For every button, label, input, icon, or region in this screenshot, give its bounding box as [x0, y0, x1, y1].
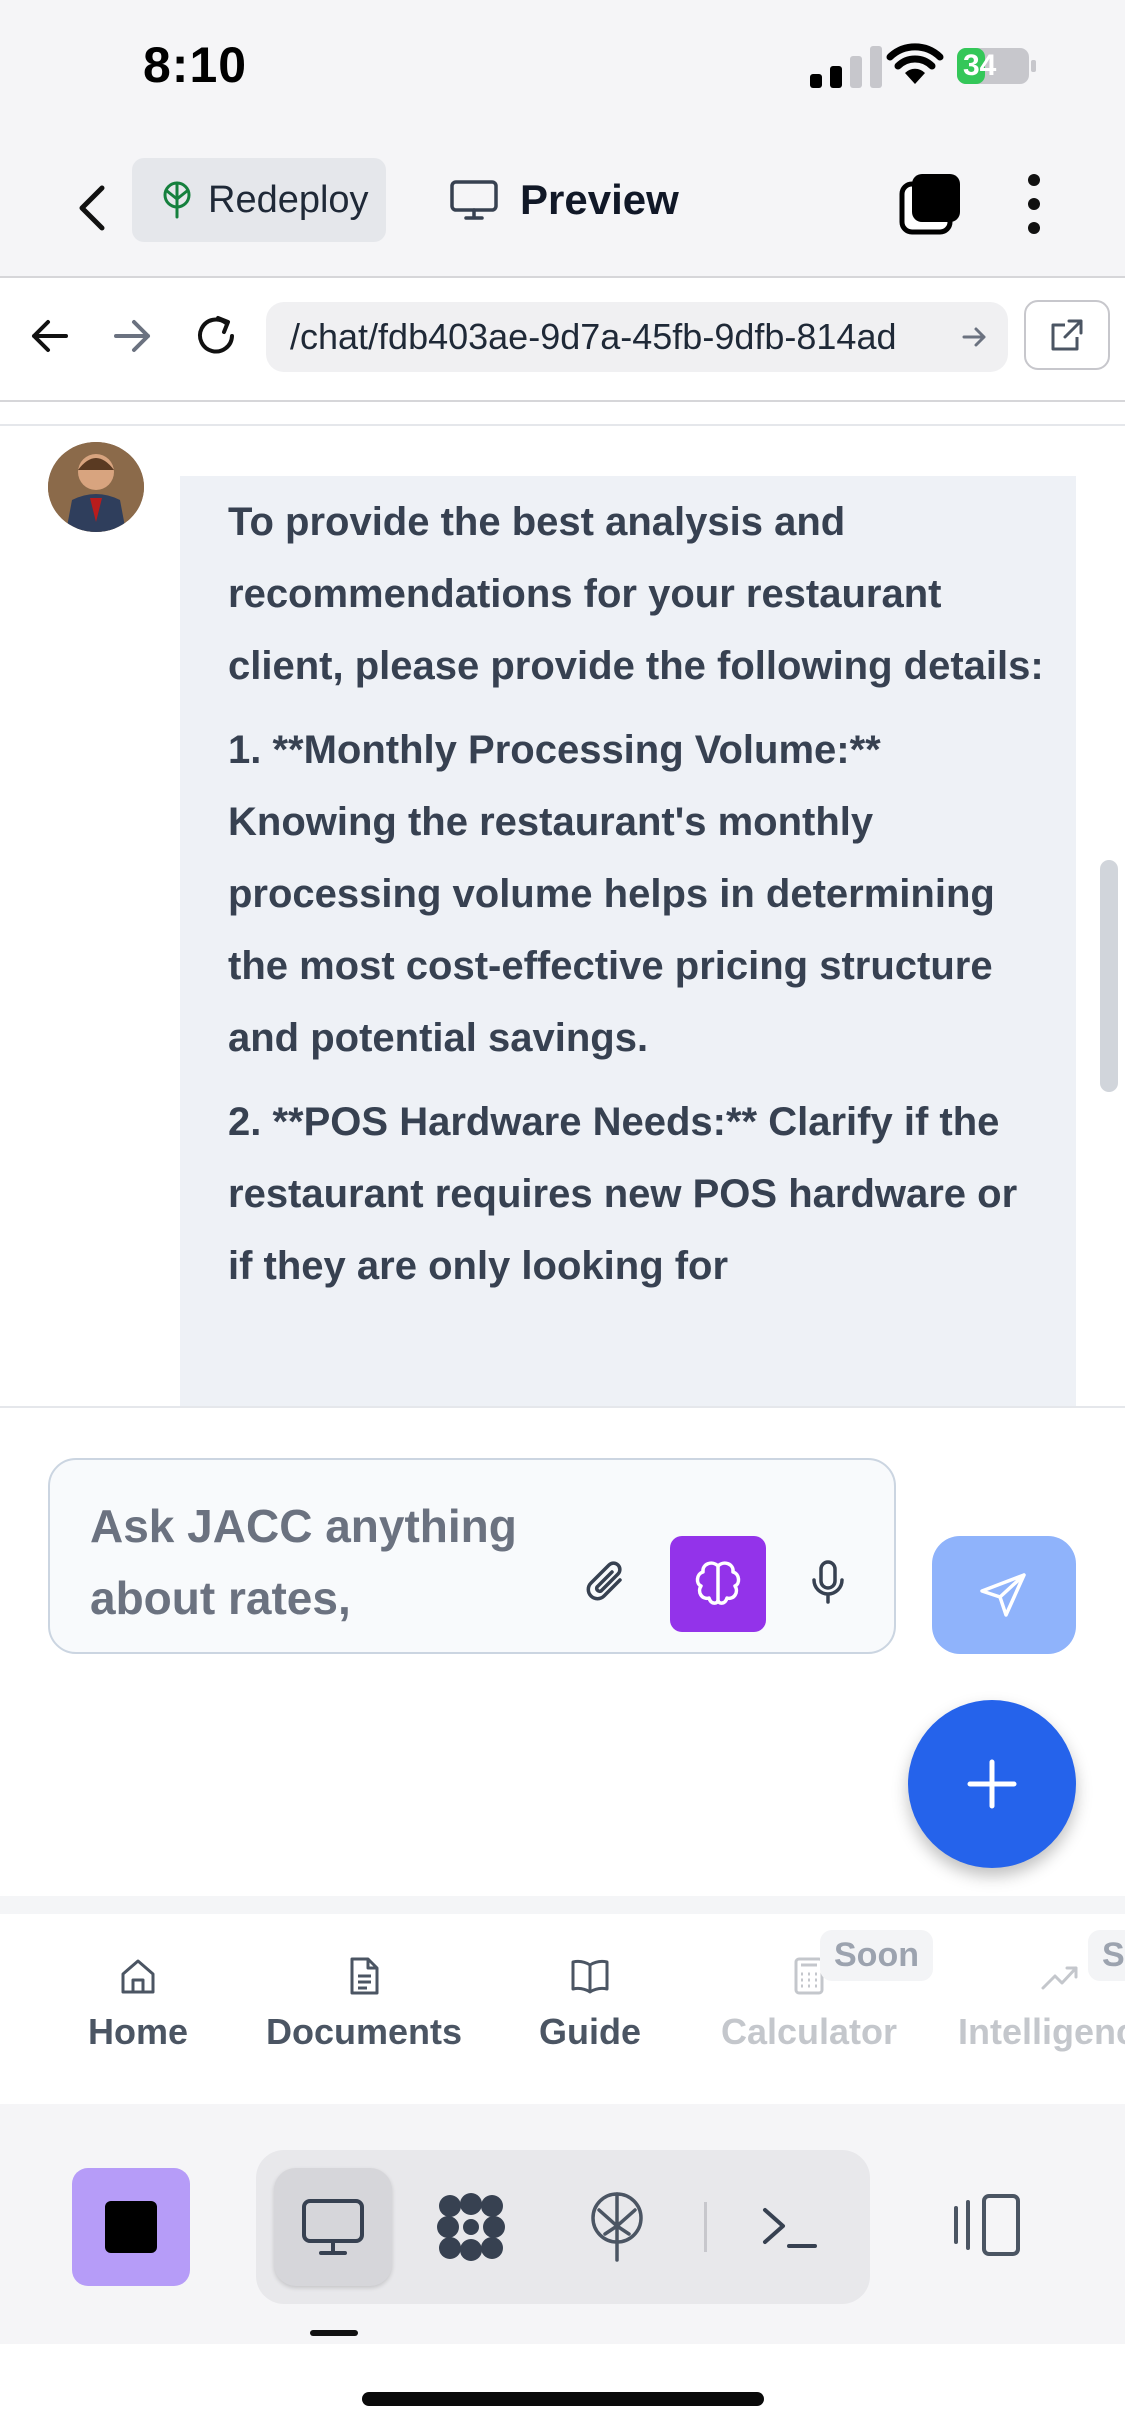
reload-icon[interactable] — [192, 312, 240, 360]
monitor-icon — [450, 180, 498, 220]
bottom-nav-separator — [0, 1896, 1125, 1914]
nav-calculator-label: Calculator — [720, 2011, 898, 2052]
home-indicator[interactable] — [362, 2392, 764, 2406]
more-vertical-icon[interactable] — [1022, 172, 1046, 236]
microphone-icon[interactable] — [810, 1558, 846, 1606]
nav-home[interactable]: Home — [86, 1956, 190, 2053]
tool-deploy[interactable] — [558, 2168, 676, 2286]
redeploy-button[interactable]: Redeploy — [132, 158, 386, 242]
soon-badge: Soon — [1088, 1930, 1125, 1981]
agent-blob-icon — [437, 2193, 505, 2261]
assistant-avatar — [48, 442, 144, 532]
chat-scrollbar[interactable] — [1100, 860, 1118, 1092]
tool-agent[interactable] — [412, 2168, 530, 2286]
workspace-toolbar — [0, 2104, 1125, 2344]
deploy-tree-icon — [591, 2192, 643, 2262]
nav-intelligence-label: Intelligence — [958, 2011, 1125, 2052]
book-icon — [571, 1959, 609, 1994]
external-link-icon — [1051, 319, 1083, 351]
preview-tab[interactable]: Preview — [450, 158, 679, 242]
bottom-nav: Home Documents Guide Calculator Soon Int… — [0, 1914, 1125, 2104]
tool-group — [256, 2150, 870, 2304]
deploy-tree-icon — [163, 181, 191, 219]
document-icon — [350, 1957, 379, 1995]
nav-home-label: Home — [87, 2011, 189, 2052]
trending-icon — [1041, 1966, 1078, 1990]
send-button[interactable] — [932, 1536, 1076, 1654]
preview-label: Preview — [520, 176, 679, 223]
app-bar: Redeploy Preview — [0, 140, 1125, 278]
back-chevron-icon[interactable] — [62, 176, 122, 240]
tool-separator — [704, 2202, 707, 2252]
active-tab-indicator — [310, 2330, 358, 2336]
message-paragraph: 2. **POS Hardware Needs:** Clarify if th… — [228, 1100, 1018, 1288]
stop-button[interactable] — [72, 2168, 190, 2286]
message-placeholder: Ask JACC anything about rates, documents… — [90, 1500, 540, 1652]
browser-back-icon[interactable] — [26, 312, 74, 360]
brain-icon — [695, 1561, 741, 1605]
url-text: /chat/fdb403ae-9d7a-45fb-9dfb-814ad — [290, 316, 897, 357]
chat-top-divider — [0, 424, 1125, 426]
terminal-icon — [763, 2208, 817, 2248]
monitor-icon — [302, 2199, 364, 2255]
message-input[interactable]: Ask JACC anything about rates, documents… — [48, 1458, 896, 1654]
status-bar: 8:10 34 — [0, 0, 1125, 140]
assistant-message-bubble: To provide the best analysis and recomme… — [180, 476, 1076, 1406]
composer-divider — [0, 1406, 1125, 1408]
battery-icon: 34 — [957, 48, 1037, 84]
nav-guide[interactable]: Guide — [538, 1956, 642, 2053]
nav-guide-label: Guide — [538, 2011, 641, 2052]
new-chat-fab[interactable] — [908, 1700, 1076, 1868]
url-field[interactable]: /chat/fdb403ae-9d7a-45fb-9dfb-814ad — [266, 302, 1008, 372]
browser-bar: /chat/fdb403ae-9d7a-45fb-9dfb-814ad — [0, 278, 1125, 402]
tool-preview[interactable] — [274, 2168, 392, 2286]
home-icon — [121, 1959, 155, 1994]
stop-square-icon — [105, 2201, 157, 2253]
message-paragraph: 1. **Monthly Processing Volume:** Knowin… — [228, 728, 995, 1060]
tool-shell[interactable] — [730, 2168, 848, 2286]
assistant-message-text: To provide the best analysis and recomme… — [228, 486, 1048, 1314]
redeploy-label: Redeploy — [208, 178, 369, 221]
soon-badge: Soon — [820, 1930, 933, 1981]
status-time: 8:10 — [143, 37, 248, 93]
nav-documents[interactable]: Documents — [262, 1956, 466, 2053]
send-icon — [980, 1573, 1026, 1617]
message-paragraph: To provide the best analysis and recomme… — [228, 500, 1044, 688]
go-arrow-icon[interactable] — [960, 323, 988, 351]
battery-level: 34 — [963, 49, 997, 82]
side-panel-icon[interactable] — [950, 2194, 1022, 2256]
brain-mode-button[interactable] — [670, 1536, 766, 1632]
tabs-stack-icon[interactable] — [898, 172, 962, 236]
wifi-icon — [886, 43, 944, 84]
chat-area[interactable]: To provide the best analysis and recomme… — [0, 402, 1125, 1406]
plus-icon — [967, 1759, 1017, 1809]
browser-forward-icon[interactable] — [108, 312, 156, 360]
nav-documents-label: Documents — [265, 2011, 463, 2052]
paperclip-icon[interactable] — [582, 1558, 630, 1606]
open-external-button[interactable] — [1024, 300, 1110, 370]
